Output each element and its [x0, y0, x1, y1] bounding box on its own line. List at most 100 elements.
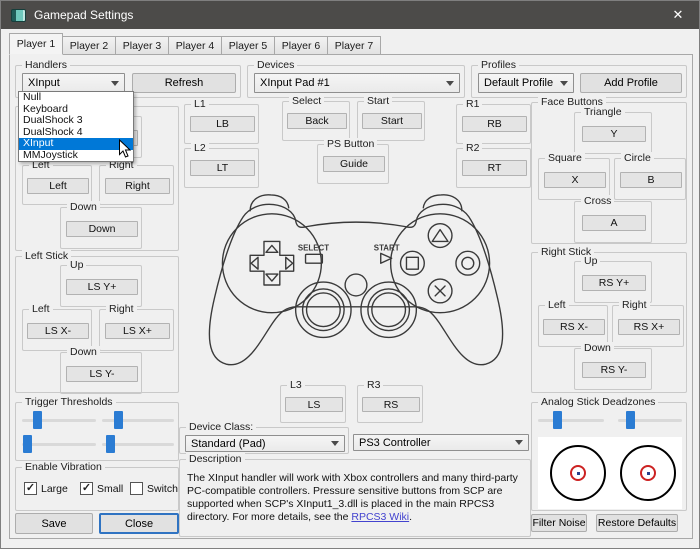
- deadzones-label: Analog Stick Deadzones: [538, 396, 658, 408]
- ls-right-button[interactable]: LS X+: [105, 323, 170, 339]
- ls-up-button[interactable]: LS Y+: [66, 279, 138, 295]
- square-map-button[interactable]: X: [544, 172, 606, 188]
- l3-button[interactable]: LS: [285, 397, 343, 412]
- handler-option-mmjoystick[interactable]: MMJoystick: [19, 150, 133, 162]
- dpad-down-label: Down: [67, 201, 100, 213]
- checkbox-icon: [130, 482, 143, 495]
- device-class-label: Device Class:: [186, 421, 256, 433]
- l1-group: L1 LB: [184, 104, 259, 144]
- refresh-button[interactable]: Refresh: [132, 73, 236, 93]
- r2-button[interactable]: RT: [462, 160, 527, 176]
- slider-handle[interactable]: [553, 411, 562, 429]
- tab-player-2[interactable]: Player 2: [62, 36, 116, 55]
- trigger-threshold-slider-2[interactable]: [102, 411, 174, 429]
- tab-player-4[interactable]: Player 4: [168, 36, 222, 55]
- circle-group: Circle B: [614, 158, 686, 200]
- ls-right-label: Right: [106, 303, 137, 315]
- l2-button[interactable]: LT: [190, 160, 255, 176]
- l1-button[interactable]: LB: [190, 116, 255, 132]
- handler-option-dualshock3[interactable]: DualShock 3: [19, 115, 133, 127]
- controller-type-select[interactable]: PS3 Controller: [353, 434, 529, 451]
- device-select[interactable]: XInput Pad #1: [254, 73, 460, 93]
- profile-select[interactable]: Default Profile: [478, 73, 574, 93]
- r1-button[interactable]: RB: [462, 116, 527, 132]
- rs-left-button[interactable]: RS X-: [543, 319, 605, 335]
- l2-group: L2 LT: [184, 148, 259, 188]
- ls-down-button[interactable]: LS Y-: [66, 366, 138, 382]
- slider-handle[interactable]: [106, 435, 115, 453]
- tab-player-1[interactable]: Player 1: [9, 33, 63, 55]
- slider-track: [102, 419, 174, 422]
- dpad-left-button[interactable]: Left: [27, 178, 89, 194]
- r3-group: R3 RS: [357, 385, 423, 423]
- add-profile-button[interactable]: Add Profile: [580, 73, 682, 93]
- trigger-threshold-slider-3[interactable]: [22, 435, 96, 453]
- handler-option-null[interactable]: Null: [19, 92, 133, 104]
- l1-label: L1: [191, 98, 209, 110]
- checkbox-label: Switch: [147, 483, 178, 495]
- tab-player-3[interactable]: Player 3: [115, 36, 169, 55]
- tab-player-7[interactable]: Player 7: [327, 36, 381, 55]
- device-class-group: Device Class: Standard (Pad): [179, 427, 349, 454]
- left-deadzone-slider[interactable]: [538, 411, 604, 429]
- device-class-select[interactable]: Standard (Pad): [185, 435, 345, 452]
- close-button-footer[interactable]: Close: [99, 513, 179, 534]
- r3-button[interactable]: RS: [362, 397, 420, 412]
- restore-defaults-button[interactable]: Restore Defaults: [596, 514, 678, 532]
- description-label: Description: [186, 453, 245, 465]
- start-button[interactable]: Start: [362, 113, 422, 129]
- save-button[interactable]: Save: [15, 513, 93, 534]
- profile-select-value: Default Profile: [484, 77, 556, 89]
- vibration-small-checkbox[interactable]: Small: [80, 482, 123, 495]
- titlebar[interactable]: Gamepad Settings ✕: [1, 1, 699, 29]
- r3-label: R3: [364, 379, 383, 391]
- dpad-right-button[interactable]: Right: [105, 178, 170, 194]
- select-label: Select: [289, 95, 324, 107]
- slider-handle[interactable]: [114, 411, 123, 429]
- filter-noise-button[interactable]: Filter Noise: [531, 514, 587, 532]
- circle-button: [456, 251, 480, 275]
- trigger-threshold-slider-4[interactable]: [102, 435, 174, 453]
- stick-position-dot: [647, 472, 650, 475]
- vibration-large-checkbox[interactable]: Large: [24, 482, 68, 495]
- dpad-right-group: Right Right: [99, 165, 174, 205]
- slider-track: [22, 443, 96, 446]
- right-deadzone-slider[interactable]: [618, 411, 682, 429]
- circle-map-button[interactable]: B: [620, 172, 682, 188]
- ps-button[interactable]: Guide: [323, 156, 385, 172]
- circle-glyph: [462, 257, 474, 269]
- rs-down-button[interactable]: RS Y-: [582, 362, 646, 378]
- checkbox-label: Small: [97, 483, 123, 495]
- right-stick-group: Right Stick Up RS Y+ Left RS X- Right RS…: [531, 252, 687, 393]
- triangle-map-button[interactable]: Y: [582, 126, 646, 142]
- dpad-arrow-down: [266, 274, 278, 281]
- trigger-thresholds-label: Trigger Thresholds: [22, 396, 116, 408]
- enable-vibration-label: Enable Vibration: [22, 461, 105, 473]
- slider-handle[interactable]: [33, 411, 42, 429]
- slider-handle[interactable]: [626, 411, 635, 429]
- tab-player-5[interactable]: Player 5: [221, 36, 275, 55]
- deadzone-preview: [538, 437, 682, 509]
- rpcs3-wiki-link[interactable]: RPCS3 Wiki: [351, 511, 409, 523]
- rs-left-group: Left RS X-: [538, 305, 608, 347]
- cross-map-button[interactable]: A: [582, 215, 646, 231]
- select-button[interactable]: Back: [287, 113, 347, 129]
- l3-group: L3 LS: [280, 385, 346, 423]
- slider-handle[interactable]: [23, 435, 32, 453]
- tab-player-6[interactable]: Player 6: [274, 36, 328, 55]
- handler-option-xinput[interactable]: XInput: [19, 138, 133, 150]
- rs-up-button[interactable]: RS Y+: [582, 275, 646, 291]
- left-stick-outer: [296, 282, 351, 337]
- rs-right-button[interactable]: RS X+: [618, 319, 680, 335]
- rs-up-label: Up: [581, 255, 600, 267]
- vibration-switch-checkbox[interactable]: Switch: [130, 482, 178, 495]
- dpad-down-button[interactable]: Down: [66, 221, 138, 237]
- close-button[interactable]: ✕: [657, 1, 699, 29]
- ls-left-button[interactable]: LS X-: [27, 323, 89, 339]
- trigger-threshold-slider-1[interactable]: [22, 411, 96, 429]
- chevron-down-icon: [560, 81, 568, 86]
- right-stick-inner: [372, 293, 406, 327]
- r1-group: R1 RB: [456, 104, 531, 144]
- handler-select[interactable]: XInput: [22, 73, 125, 93]
- chevron-down-icon: [446, 81, 454, 86]
